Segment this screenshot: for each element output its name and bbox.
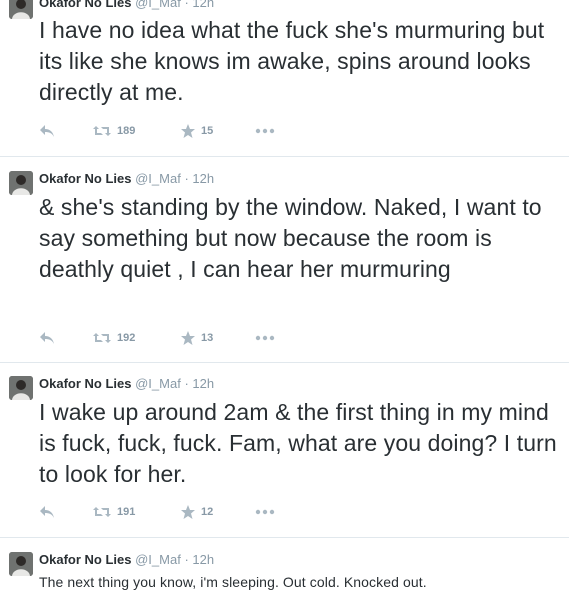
ellipsis-icon [255, 509, 275, 515]
retweet-button[interactable]: 191 [92, 503, 135, 521]
more-button[interactable] [255, 122, 275, 140]
reply-arrow-icon [40, 332, 54, 344]
timestamp[interactable]: 12h [192, 171, 214, 186]
tweet-header: Okafor No Lies @I_Maf · 12h [39, 171, 214, 187]
tweet[interactable]: Okafor No Lies @I_Maf · 12h I have no id… [0, 0, 569, 157]
retweet-count: 192 [117, 332, 136, 344]
favorite-button[interactable]: 15 [180, 122, 213, 140]
avatar[interactable] [9, 552, 33, 576]
tweet-text: I have no idea what the fuck she's murmu… [39, 17, 545, 105]
author-name[interactable]: Okafor No Lies [39, 376, 131, 391]
author-name[interactable]: Okafor No Lies [39, 171, 131, 186]
author-name[interactable]: Okafor No Lies [39, 552, 131, 567]
avatar[interactable] [9, 0, 33, 19]
retweet-button[interactable]: 189 [92, 122, 135, 140]
author-handle[interactable]: @I_Maf [135, 376, 181, 391]
favorite-count: 15 [201, 125, 214, 137]
timestamp[interactable]: 12h [192, 552, 214, 567]
reply-arrow-icon [40, 125, 54, 137]
favorite-count: 12 [201, 506, 214, 518]
retweet-count: 191 [117, 506, 136, 518]
tweet-text: & she's standing by the window. Naked, I… [39, 194, 542, 282]
author-name[interactable]: Okafor No Lies [39, 0, 131, 10]
timestamp[interactable]: 12h [192, 0, 214, 10]
favorite-count: 13 [201, 332, 214, 344]
reply-arrow-icon [40, 506, 54, 518]
avatar[interactable] [9, 376, 33, 400]
ellipsis-icon [255, 335, 275, 341]
more-button[interactable] [255, 329, 275, 347]
tweet-header: Okafor No Lies @I_Maf · 12h [39, 376, 214, 392]
tweet[interactable]: Okafor No Lies @I_Maf · 12h The next thi… [0, 538, 569, 597]
separator: · [184, 376, 189, 391]
star-icon [181, 331, 195, 345]
favorite-button[interactable]: 12 [180, 503, 213, 521]
tweet-header: Okafor No Lies @I_Maf · 12h [39, 0, 214, 11]
reply-button[interactable] [39, 122, 55, 140]
tweet-text: I wake up around 2am & the first thing i… [39, 399, 557, 487]
tweet-actions: 192 13 [39, 329, 339, 347]
author-handle[interactable]: @I_Maf [135, 0, 181, 10]
tweet-header: Okafor No Lies @I_Maf · 12h [39, 552, 214, 568]
tweet-actions: 191 12 [39, 503, 339, 521]
retweet-count: 189 [117, 125, 136, 137]
timestamp[interactable]: 12h [192, 376, 214, 391]
favorite-button[interactable]: 13 [180, 329, 213, 347]
tweet-text: The next thing you know, i'm sleeping. O… [39, 574, 427, 590]
retweet-icon [93, 507, 111, 517]
ellipsis-icon [255, 128, 275, 134]
retweet-icon [93, 126, 111, 136]
separator: · [184, 552, 189, 567]
tweet-actions: 189 15 [39, 122, 339, 140]
reply-button[interactable] [39, 503, 55, 521]
author-handle[interactable]: @I_Maf [135, 171, 181, 186]
retweet-icon [93, 333, 111, 343]
star-icon [181, 505, 195, 519]
avatar[interactable] [9, 171, 33, 195]
retweet-button[interactable]: 192 [92, 329, 135, 347]
tweet[interactable]: Okafor No Lies @I_Maf · 12h & she's stan… [0, 157, 569, 363]
separator: · [184, 0, 189, 10]
tweet[interactable]: Okafor No Lies @I_Maf · 12h I wake up ar… [0, 363, 569, 538]
separator: · [184, 171, 189, 186]
more-button[interactable] [255, 503, 275, 521]
author-handle[interactable]: @I_Maf [135, 552, 181, 567]
reply-button[interactable] [39, 329, 55, 347]
star-icon [181, 124, 195, 138]
